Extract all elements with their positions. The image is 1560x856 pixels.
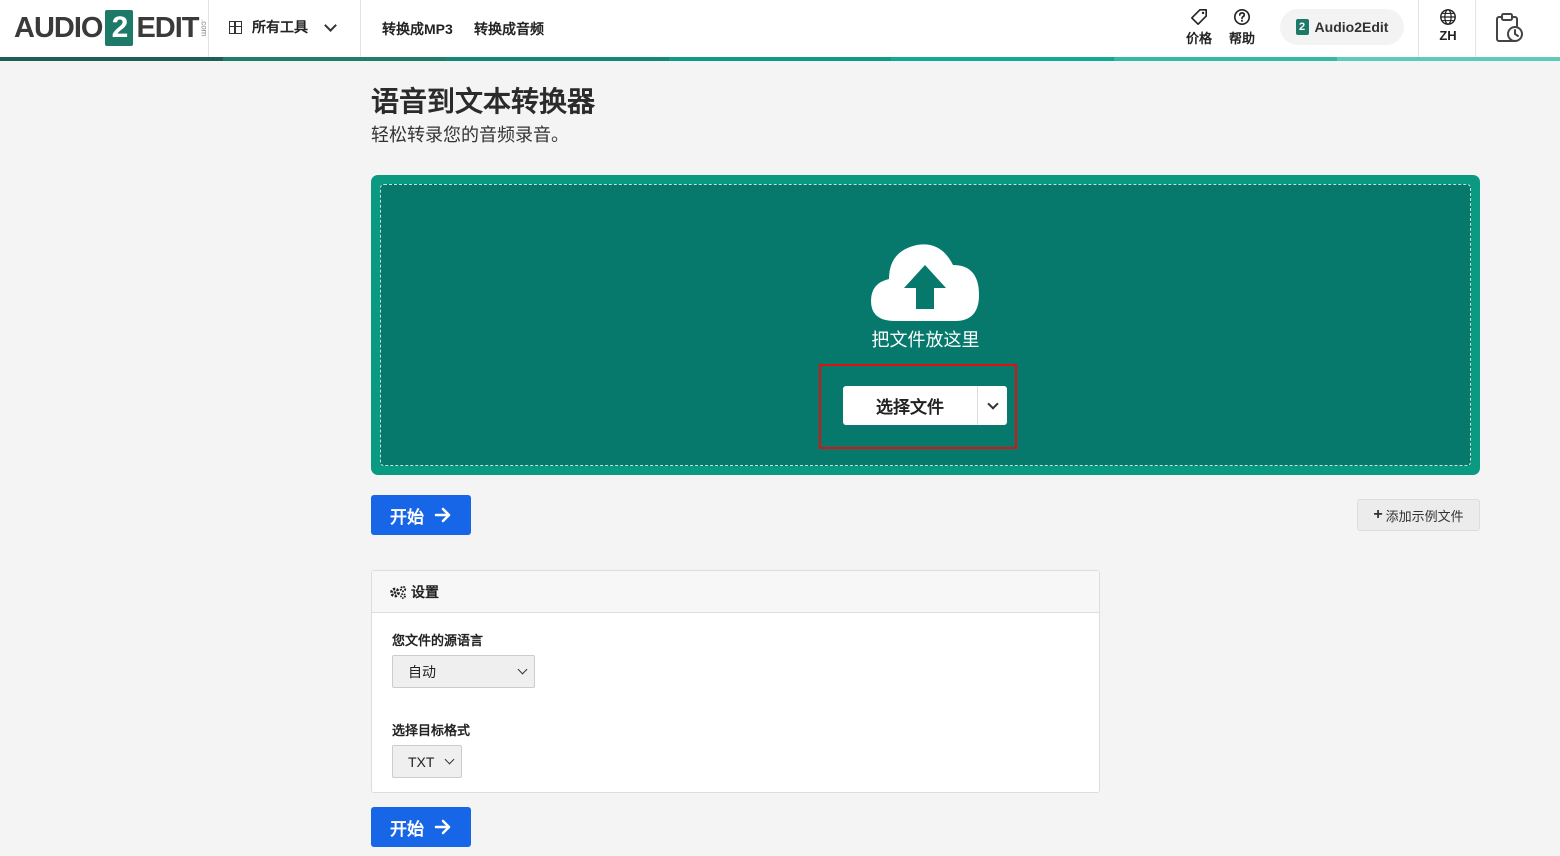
source-language-label: 您文件的源语言 <box>392 633 484 648</box>
gears-icon <box>390 585 407 599</box>
divider <box>208 0 209 57</box>
pricing-label: 价格 <box>1186 31 1213 46</box>
chevron-down-icon <box>517 664 528 675</box>
chevron-down-icon <box>444 754 455 765</box>
stripe-segment <box>891 57 1115 61</box>
divider <box>360 0 361 57</box>
divider <box>1418 0 1419 57</box>
start-button[interactable]: 开始 <box>371 495 471 535</box>
start-label: 开始 <box>390 819 424 839</box>
stripe-segment <box>1337 57 1560 61</box>
language-label: ZH <box>1439 28 1457 43</box>
logo-two: 2 <box>105 10 134 46</box>
stripe-segment <box>445 57 669 61</box>
settings-panel: 设置 您文件的源语言 自动 选择目标格式 TXT <box>371 570 1100 793</box>
add-sample-label: 添加示例文件 <box>1385 508 1464 524</box>
tag-icon <box>1190 8 1208 26</box>
globe-icon <box>1440 9 1456 25</box>
language-selector[interactable]: ZH <box>1439 8 1457 43</box>
source-language-select[interactable]: 自动 <box>392 655 535 688</box>
help-link[interactable]: 帮助 <box>1229 8 1255 47</box>
stripe-segment <box>222 57 446 61</box>
page-title: 语音到文本转换器 <box>371 86 596 117</box>
pricing-link[interactable]: 价格 <box>1186 8 1212 47</box>
divider <box>1475 0 1476 57</box>
settings-title: 设置 <box>411 583 439 600</box>
site-logo[interactable]: AUDIO 2 EDIT .com <box>14 9 209 47</box>
nav-convert-mp3[interactable]: 转换成MP3 <box>382 19 453 39</box>
help-label: 帮助 <box>1229 31 1256 46</box>
nav-convert-audio[interactable]: 转换成音频 <box>474 19 544 39</box>
upload-dropzone: 把文件放这里 选择文件 <box>371 175 1480 475</box>
file-drop-area[interactable]: 把文件放这里 选择文件 <box>380 184 1471 466</box>
cloud-upload-icon <box>871 244 979 321</box>
target-format-value: TXT <box>408 753 435 770</box>
chevron-down-icon <box>324 18 337 32</box>
plus-icon: + <box>1373 506 1383 523</box>
all-tools-menu[interactable]: 所有工具 <box>229 17 337 37</box>
brand-label: Audio2Edit <box>1314 19 1389 35</box>
start-button-bottom[interactable]: 开始 <box>371 807 471 847</box>
arrow-right-icon <box>434 507 451 523</box>
settings-header: 设置 <box>372 571 1099 613</box>
audio2edit-account-button[interactable]: 2 Audio2Edit <box>1280 9 1404 45</box>
target-format-select[interactable]: TXT <box>392 745 462 778</box>
add-sample-file-button[interactable]: + 添加示例文件 <box>1357 499 1480 531</box>
arrow-right-icon <box>434 819 451 835</box>
logo-text-left: AUDIO <box>14 11 103 44</box>
choose-file-source-dropdown[interactable] <box>977 386 1007 425</box>
header-accent-stripe <box>0 57 1560 61</box>
page-subtitle: 轻松转录您的音频录音。 <box>371 125 569 145</box>
clipboard-history-icon[interactable] <box>1494 12 1524 44</box>
start-label: 开始 <box>390 507 424 527</box>
top-navbar: AUDIO 2 EDIT .com 所有工具 转换成MP3 转换成音频 价格 帮… <box>0 0 1560 57</box>
logo-text-right: EDIT <box>136 11 199 44</box>
stripe-segment <box>0 57 223 61</box>
source-language-value: 自动 <box>408 663 436 680</box>
stripe-segment <box>1114 57 1338 61</box>
drop-files-text: 把文件放这里 <box>871 330 980 350</box>
choose-file-button[interactable]: 选择文件 <box>843 386 977 425</box>
brand-mini-logo-icon: 2 <box>1295 19 1309 35</box>
all-tools-label: 所有工具 <box>252 19 308 35</box>
question-circle-icon <box>1233 8 1251 26</box>
target-format-label: 选择目标格式 <box>392 723 471 738</box>
grid-icon <box>229 20 242 34</box>
stripe-segment <box>668 57 892 61</box>
chevron-down-icon <box>986 397 999 410</box>
